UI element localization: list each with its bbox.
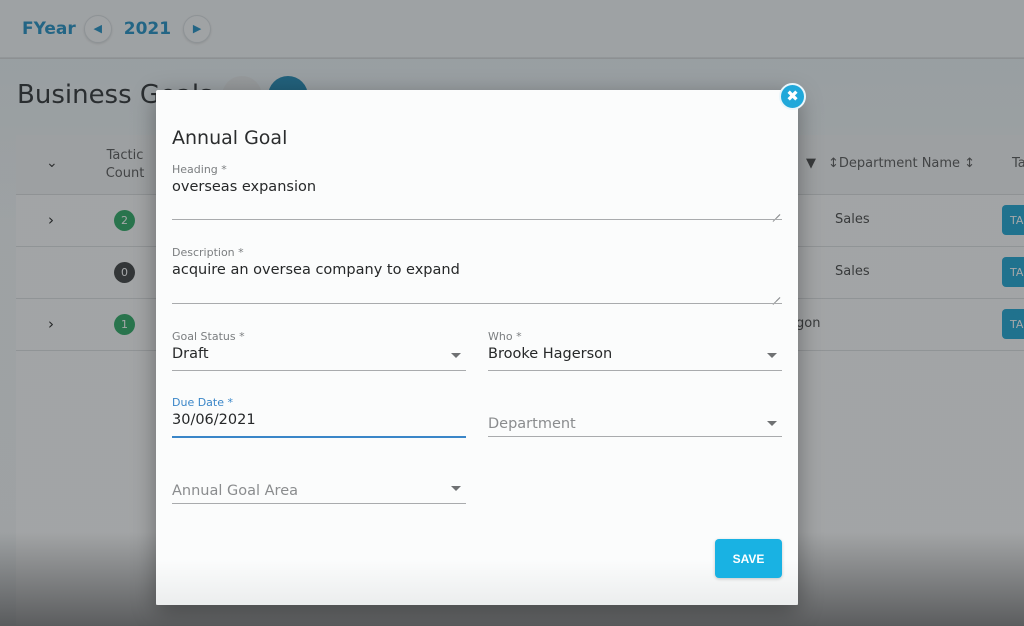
resize-handle-icon[interactable]: [772, 290, 780, 298]
heading-input[interactable]: overseas expansion: [172, 179, 316, 195]
close-icon: ✖: [786, 87, 799, 105]
department-select[interactable]: Department: [488, 414, 782, 438]
dropdown-arrow-icon: [451, 353, 461, 358]
who-select[interactable]: Who * Brooke Hagerson: [488, 330, 782, 372]
dropdown-arrow-icon: [451, 486, 461, 491]
goal-status-label: Goal Status *: [172, 330, 245, 343]
due-date-underline: [172, 436, 466, 438]
dropdown-arrow-icon: [767, 421, 777, 426]
description-underline: [172, 303, 782, 304]
who-label: Who *: [488, 330, 522, 343]
annual-goal-area-select[interactable]: Annual Goal Area: [172, 481, 466, 505]
heading-label: Heading *: [172, 163, 227, 176]
close-dialog-button[interactable]: ✖: [779, 83, 806, 110]
goal-status-underline: [172, 370, 466, 371]
who-underline: [488, 370, 782, 371]
due-date-field[interactable]: Due Date * 30/06/2021: [172, 396, 466, 440]
description-label: Description *: [172, 246, 244, 259]
resize-handle-icon[interactable]: [772, 207, 780, 215]
dialog-footer-shade: [156, 560, 798, 605]
dropdown-arrow-icon: [767, 353, 777, 358]
goal-status-value: Draft: [172, 346, 209, 362]
heading-underline: [172, 219, 782, 220]
due-date-input[interactable]: 30/06/2021: [172, 412, 256, 428]
annual-goal-area-placeholder: Annual Goal Area: [172, 483, 299, 499]
annual-goal-dialog: Annual Goal Heading * overseas expansion…: [156, 90, 798, 605]
department-underline: [488, 436, 782, 437]
who-value: Brooke Hagerson: [488, 346, 613, 362]
description-field[interactable]: Description * acquire an oversea company…: [172, 246, 782, 306]
save-button[interactable]: SAVE: [715, 539, 782, 578]
heading-field[interactable]: Heading * overseas expansion: [172, 163, 782, 223]
dialog-title: Annual Goal: [172, 127, 288, 149]
goal-status-select[interactable]: Goal Status * Draft: [172, 330, 466, 372]
due-date-label: Due Date *: [172, 396, 233, 409]
description-input[interactable]: acquire an oversea company to expand: [172, 262, 460, 278]
annual-goal-area-underline: [172, 503, 466, 504]
department-placeholder: Department: [488, 416, 576, 432]
